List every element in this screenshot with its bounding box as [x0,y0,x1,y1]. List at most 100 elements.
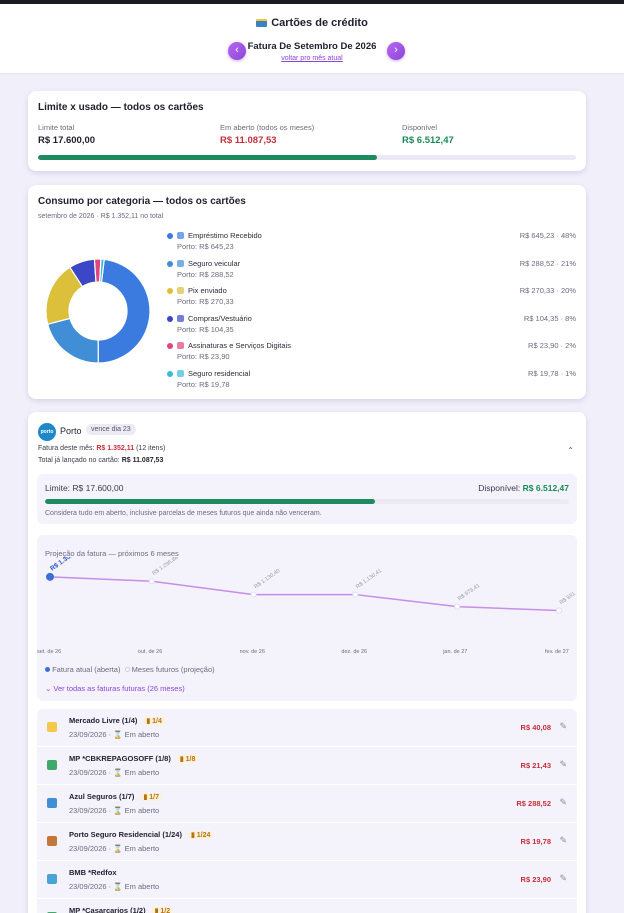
category-card-breakdown: Porto: R$ 19,78 [177,379,230,389]
transaction-row[interactable]: MP *CBKREPAGOSOFF (1/8) ▮ 1/8 23/09/2026 ·… [37,747,577,785]
x-tick-label: out. de 26 [138,649,162,655]
category-value: R$ 270,33 · 20% [519,286,576,295]
projection-point-label: R$ 979,41 [457,583,481,602]
category-legend-item: Seguro residencial Porto: R$ 19,78 R$ 19,7… [167,369,576,395]
category-name: Pix enviado [188,286,227,295]
legend-dot [167,288,173,294]
limit-summary-title: Limite x usado — todos os cartões [38,102,204,113]
projection-legend: Fatura atual (aberta) Meses futuros (pro… [45,665,215,674]
edit-icon[interactable]: ✎ [559,721,567,732]
category-icon [177,369,184,377]
transaction-title: BMB *Redfox [69,868,117,877]
projection-line [49,576,560,612]
legend-dot [167,315,173,322]
x-tick-label: jan. de 27 [442,649,467,655]
transaction-amount: R$ 40,08 [520,723,551,732]
projection-point[interactable] [46,572,54,581]
limit-note: Considera tudo em aberto, inclusive parc… [45,510,322,517]
transaction-row[interactable]: Azul Seguros (1/7) ▮ 1/7 23/09/2026 · ⌛ Em… [37,785,577,823]
page-title: Cartões de crédito [0,17,624,29]
projection-point[interactable] [352,591,359,598]
current-legend-dot [45,667,50,672]
projection-point[interactable] [250,591,257,598]
credit-card-icon [256,19,268,27]
limit-summary-card: Limite x usado — todos os cartões Limite… [28,91,586,171]
total-line: Total já lançado no cartão: R$ 11.087,53 [38,457,164,464]
category-icon [177,314,184,322]
category-card-breakdown: Porto: R$ 23,90 [177,352,230,361]
projection-point-label: R$ 1.130,40 [253,568,281,590]
projection-point[interactable] [148,578,155,585]
legend-dot [167,260,173,267]
projection-point[interactable] [556,607,562,614]
transaction-title: MP *Casarcarios (1/2) ▮ 1/2 [69,906,174,913]
due-date-badge: vence dia 23 [86,424,136,435]
transaction-row[interactable]: MP *Casarcarios (1/2)▮ 1/223/09/2026 · ⌛… [37,899,577,913]
category-card-breakdown: Porto: R$ 288,52 [177,269,234,279]
legend-dot [167,343,173,349]
transaction-amount: R$ 19,78 [520,837,551,846]
usage-bar-fill [38,155,377,160]
installment-badge: ▮ 1/7 [140,793,162,801]
card-name: Porto [60,426,82,436]
projection-point[interactable] [454,603,461,610]
category-icon [47,874,57,884]
edit-icon[interactable]: ✎ [559,759,567,770]
edit-icon[interactable]: ✎ [559,835,567,846]
transaction-row[interactable]: Porto Seguro Residencial (1/24) ▮ 1/24 23/… [37,823,577,861]
legend-dot [167,370,173,377]
installment-badge: ▮ 1/8 [176,755,199,763]
x-tick-label: nov. de 26 [240,649,265,655]
back-to-current-month-link[interactable]: voltar pro mês atual [0,55,624,62]
projection-line-chart: R$ 1.352,11 set. de 26 R$ 1.296,88 out. de … [37,557,577,655]
legend-dot [167,233,173,239]
month-title: Fatura De Setembro De 2026 [247,41,377,52]
installment-badge: ▮ 1/2 [151,907,174,913]
transaction-date: 23/09/2026 · ⌛ Em aberto [69,730,160,739]
total-limit-label: Limite total [38,123,75,132]
transaction-date: 23/09/2026 · ⌛ Em aberto [69,882,160,891]
card-available: Disponível: R$ 6.512,47 [478,483,569,493]
collapse-chevron-icon[interactable]: ⌃ [567,446,574,455]
available-value: R$ 6.512,47 [402,135,454,146]
category-value: R$ 288,52 · 21% [519,258,576,268]
category-donut-chart [45,258,151,364]
x-tick-label: dez. de 26 [341,649,367,655]
category-card: Consumo por categoria — todos os cartões… [28,185,586,399]
category-icon [47,798,57,808]
see-all-invoices-link[interactable]: ⌄ Ver todas as faturas futuras (26 meses… [45,684,185,693]
edit-icon[interactable]: ✎ [559,797,567,808]
x-tick-label: fev. de 27 [545,649,569,655]
category-subtitle: setembro de 2026 · R$ 1.352,11 no total [38,213,164,220]
transaction-date: 23/09/2026 · ⌛ Em aberto [69,844,160,853]
card-usage-bar-fill [45,499,376,504]
transaction-row[interactable]: BMB *Redfox 23/09/2026 · ⌛ Em aberto R$ 23… [37,861,577,899]
projection-point-label: R$ 1.130,41 [355,568,383,590]
category-card-breakdown: Porto: R$ 104,35 [177,324,234,334]
transaction-amount: R$ 23,90 [520,875,551,884]
donut-slice[interactable] [97,258,151,364]
open-amount-value: R$ 11.087,53 [220,135,277,146]
category-name: Assinaturas e Serviços Digitais [188,341,291,350]
porto-logo: porto [38,423,56,441]
category-icon [47,760,57,770]
donut-slice[interactable] [46,317,99,364]
category-value: R$ 23,90 · 2% [528,341,576,350]
category-icon [47,836,57,846]
projection-point-label: R$ 1.296,88 [152,557,180,577]
category-legend-item: Compras/Vestuário Porto: R$ 104,35 R$ 104,… [167,314,576,340]
transaction-row[interactable]: Mercado Livre (1/4) ▮ 1/4 23/09/2026 · ⌛ E… [37,709,577,747]
edit-icon[interactable]: ✎ [559,873,567,884]
category-legend-item: Assinaturas e Serviços Digitais Porto: R$… [167,341,576,367]
category-icon [177,232,184,239]
category-name: Seguro veicular [188,258,241,268]
category-icon [47,722,57,732]
transaction-title: Porto Seguro Residencial (1/24) ▮ 1/24 [69,830,214,839]
available-label: Disponível [402,123,438,132]
card-limit-text: Limite: R$ 17.600,00 [45,483,124,493]
category-value: R$ 645,23 · 48% [519,231,576,240]
category-legend-item: Empréstimo Recebido Porto: R$ 645,23 R$ 64… [167,231,576,257]
transaction-date: 23/09/2026 · ⌛ Em aberto [69,806,160,815]
chevron-down-icon: ⌄ [45,684,52,693]
projection-point-label: R$ 931 [559,591,577,606]
